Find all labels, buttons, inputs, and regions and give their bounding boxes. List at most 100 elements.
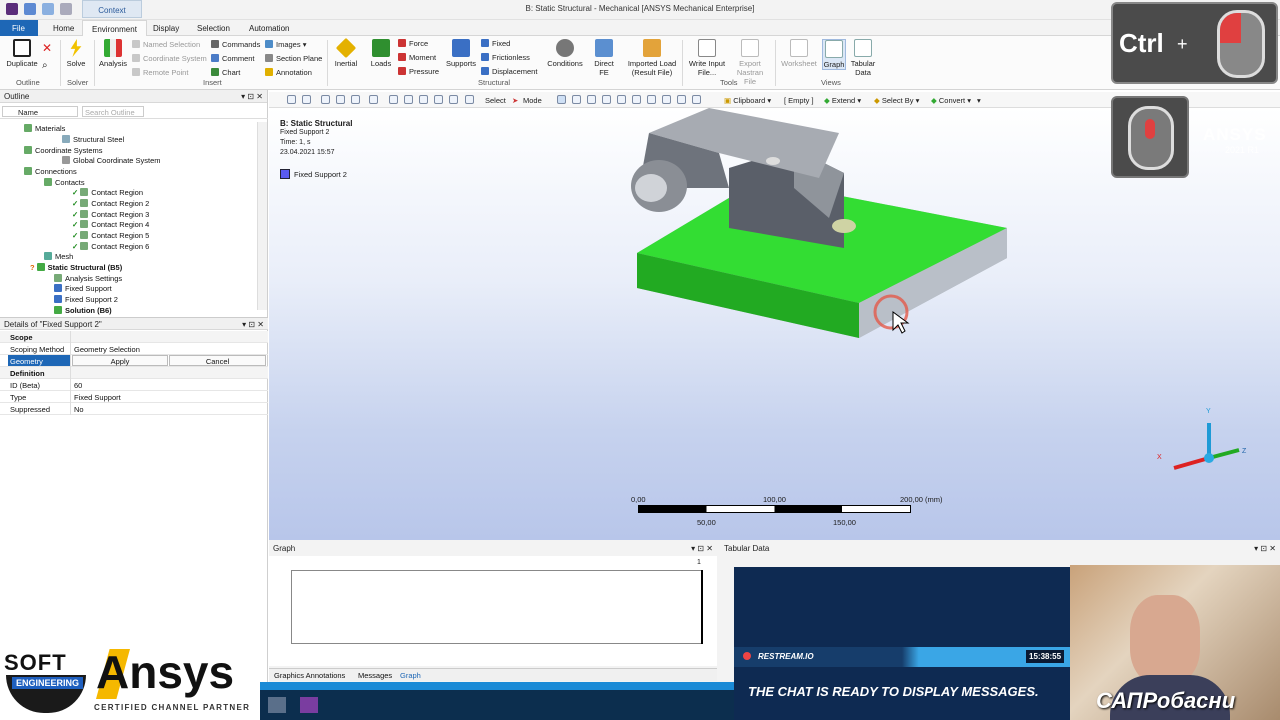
- cancel-button[interactable]: Cancel: [169, 355, 266, 366]
- panel-controls-icon[interactable]: ▾ ⊡ ✕: [241, 92, 263, 101]
- scoping-method-value[interactable]: Geometry Selection: [74, 345, 140, 354]
- select-by-dropdown[interactable]: ◆ Select By ▾: [874, 96, 919, 105]
- mode-dropdown[interactable]: Mode: [523, 96, 542, 105]
- tab-file[interactable]: File: [0, 20, 38, 36]
- graph-view-button[interactable]: Graph: [822, 39, 846, 70]
- suppressed-value[interactable]: No: [74, 405, 84, 414]
- graphics-viewport[interactable]: B: Static Structural Fixed Support 2 Tim…: [269, 96, 1280, 540]
- tree-item[interactable]: Coordinate Systems: [24, 146, 103, 155]
- view-icon[interactable]: [321, 95, 330, 104]
- mechanical-taskbar-icon[interactable]: [300, 697, 318, 713]
- direct-fe-button[interactable]: Direct FE: [590, 39, 618, 77]
- tree-item[interactable]: Contacts: [44, 178, 85, 187]
- customize-icon[interactable]: [60, 3, 72, 15]
- commands-button[interactable]: Commands: [211, 40, 260, 50]
- tree-item[interactable]: Solution (B6): [54, 306, 112, 315]
- outline-scrollbar[interactable]: [257, 122, 267, 310]
- panel-controls-icon[interactable]: ▾ ⊡ ✕: [242, 320, 264, 329]
- select-icon[interactable]: [677, 95, 686, 104]
- triad-icon[interactable]: Y X Z: [1149, 403, 1249, 483]
- frictionless-button[interactable]: Frictionless: [481, 53, 530, 63]
- tree-item[interactable]: Global Coordinate System: [62, 156, 161, 165]
- select-body-icon[interactable]: [602, 95, 611, 104]
- moment-button[interactable]: Moment: [398, 53, 436, 63]
- fixed-button[interactable]: Fixed: [481, 39, 510, 49]
- duplicate-button[interactable]: Duplicate: [4, 39, 40, 68]
- zoom-box-icon[interactable]: [434, 95, 443, 104]
- chart-button[interactable]: Chart: [211, 68, 240, 78]
- tab-messages[interactable]: Messages: [358, 671, 392, 680]
- rotate-icon[interactable]: [389, 95, 398, 104]
- tab-environment[interactable]: Environment: [82, 20, 147, 36]
- section-plane-button[interactable]: Section Plane: [265, 54, 322, 64]
- tree-item[interactable]: Fixed Support: [54, 284, 112, 293]
- named-selection-button[interactable]: Named Selection: [132, 40, 200, 50]
- zoom-icon[interactable]: [419, 95, 428, 104]
- tree-item[interactable]: Mesh: [44, 252, 73, 261]
- select-element-icon[interactable]: [632, 95, 641, 104]
- tree-item[interactable]: Connections: [24, 167, 77, 176]
- inertial-button[interactable]: Inertial: [331, 37, 361, 68]
- images-button[interactable]: Images ▾: [265, 40, 306, 50]
- panel-controls-icon[interactable]: ▾ ⊡ ✕: [691, 544, 713, 553]
- tab-graphics-annotations[interactable]: Graphics Annotations: [274, 671, 345, 680]
- clipboard-dropdown[interactable]: ▣ Clipboard ▾: [724, 96, 771, 105]
- loads-button[interactable]: Loads: [366, 39, 396, 68]
- tab-display[interactable]: Display: [144, 20, 188, 36]
- tree-item[interactable]: Analysis Settings: [54, 274, 122, 283]
- comment-button[interactable]: Comment: [211, 54, 255, 64]
- tree-item[interactable]: ✓ Contact Region 6: [72, 242, 149, 251]
- solve-button[interactable]: Solve: [63, 39, 89, 68]
- pressure-button[interactable]: Pressure: [398, 67, 439, 77]
- tree-item[interactable]: ✓ Contact Region: [72, 188, 143, 197]
- search-icon[interactable]: ⌕: [42, 60, 48, 71]
- select-button[interactable]: Select: [485, 96, 506, 105]
- worksheet-button[interactable]: Worksheet: [779, 39, 819, 68]
- coordinate-system-button[interactable]: Coordinate System: [132, 54, 207, 64]
- select-node-icon[interactable]: [617, 95, 626, 104]
- tab-selection[interactable]: Selection: [188, 20, 239, 36]
- tab-graph[interactable]: Graph: [400, 671, 421, 680]
- tree-item[interactable]: Structural Steel: [62, 135, 124, 144]
- imported-load-button[interactable]: Imported Load (Result File): [624, 39, 680, 77]
- convert-dropdown[interactable]: ◆ Convert ▾: [931, 96, 971, 105]
- magnifier-icon[interactable]: [465, 95, 474, 104]
- tree-item[interactable]: ✓ Contact Region 4: [72, 220, 149, 229]
- type-value[interactable]: Fixed Support: [74, 393, 121, 402]
- conditions-button[interactable]: Conditions: [544, 39, 586, 68]
- analysis-button[interactable]: Analysis: [97, 39, 129, 68]
- zoom-fit-icon[interactable]: [449, 95, 458, 104]
- select-face-icon[interactable]: [587, 95, 596, 104]
- tree-item[interactable]: ✓ Contact Region 3: [72, 210, 149, 219]
- displacement-button[interactable]: Displacement: [481, 67, 537, 77]
- undo-icon[interactable]: [42, 3, 54, 15]
- remote-point-button[interactable]: Remote Point: [132, 68, 188, 78]
- tree-item[interactable]: ? Static Structural (B5): [30, 263, 122, 272]
- tabular-data-button[interactable]: Tabular Data: [848, 39, 878, 77]
- delete-icon[interactable]: ✕: [42, 41, 52, 55]
- view-icon[interactable]: [336, 95, 345, 104]
- tab-home[interactable]: Home: [44, 20, 83, 36]
- tree-item[interactable]: ✓ Contact Region 2: [72, 199, 149, 208]
- workbench-taskbar-icon[interactable]: [268, 697, 286, 713]
- panel-controls-icon[interactable]: ▾ ⊡ ✕: [1254, 544, 1276, 553]
- tree-item[interactable]: Fixed Support 2: [54, 295, 118, 304]
- tree-item[interactable]: Materials: [24, 124, 65, 133]
- tab-automation[interactable]: Automation: [240, 20, 298, 36]
- supports-button[interactable]: Supports: [444, 39, 478, 68]
- annotation-button[interactable]: Annotation: [265, 68, 312, 78]
- select-icon[interactable]: [647, 95, 656, 104]
- name-filter-dropdown[interactable]: Name: [2, 106, 78, 117]
- view-icon[interactable]: [351, 95, 360, 104]
- select-icon[interactable]: [662, 95, 671, 104]
- filter-icon[interactable]: [369, 95, 378, 104]
- zoom-in-icon[interactable]: [287, 95, 296, 104]
- graph-plot-area[interactable]: [291, 570, 703, 644]
- tree-item[interactable]: ✓ Contact Region 5: [72, 231, 149, 240]
- model-3d[interactable]: [609, 108, 1029, 348]
- extend-dropdown[interactable]: ◆ Extend ▾: [824, 96, 861, 105]
- write-input-button[interactable]: Write Input File...: [686, 39, 728, 77]
- apply-button[interactable]: Apply: [72, 355, 168, 366]
- save-icon[interactable]: [24, 3, 36, 15]
- outline-search-input[interactable]: Search Outline: [82, 106, 144, 117]
